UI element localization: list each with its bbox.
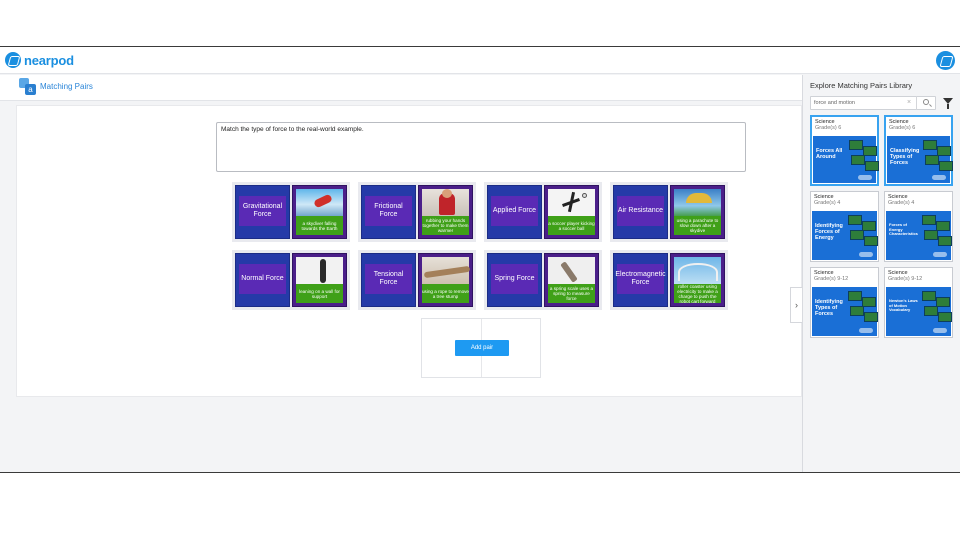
pair-image-card[interactable]: using a parachute to slow down after a s…: [669, 185, 725, 239]
chevron-right-icon: ›: [795, 300, 798, 310]
pair-card[interactable]: Spring Force a spring scale uses a sprin…: [484, 250, 602, 310]
leaning-wall-image: [295, 257, 343, 285]
nearpod-logo-icon: [5, 52, 21, 68]
soccer-player-image: [547, 189, 595, 217]
library-thumbnail: Identifying Types of Forces: [812, 287, 878, 336]
pair-term-card[interactable]: Spring Force: [487, 253, 542, 307]
library-title: Explore Matching Pairs Library: [810, 81, 913, 90]
activity-header: a Matching Pairs: [0, 75, 802, 101]
library-card[interactable]: Science Grade(s) 4 Forces of Energy Char…: [884, 191, 953, 262]
pair-term-card[interactable]: Frictional Force: [361, 185, 416, 239]
pair-term-card[interactable]: Applied Force: [487, 185, 542, 239]
nearpod-account-icon[interactable]: [936, 51, 955, 70]
pair-image-card[interactable]: a spring scale uses a spring to measure …: [543, 253, 599, 307]
library-sidebar: Explore Matching Pairs Library × Science…: [802, 75, 960, 472]
parachute-image: [673, 189, 721, 217]
hands-rubbing-image: [421, 189, 469, 217]
pair-term-card[interactable]: Gravitational Force: [235, 185, 290, 239]
pair-card[interactable]: Electromagnetic Force roller coaster usi…: [610, 250, 728, 310]
roller-coaster-image: [673, 257, 721, 285]
pair-image-card[interactable]: roller coaster using electricity to make…: [669, 253, 725, 307]
library-thumbnail: Identifying Forces of Energy: [812, 211, 878, 260]
library-card[interactable]: Science Grade(s) 9-12 Identifying Types …: [810, 267, 879, 338]
matching-pairs-icon: a: [19, 78, 37, 96]
pair-image-card[interactable]: leaning on a wall for support: [291, 253, 347, 307]
pair-term-card[interactable]: Electromagnetic Force: [613, 253, 668, 307]
library-thumbnail: Forces All Around: [813, 136, 879, 183]
instructions-field[interactable]: Match the type of force to the real-worl…: [216, 122, 746, 172]
pair-card[interactable]: Gravitational Force a skydiver falling t…: [232, 182, 350, 242]
activity-title: Matching Pairs: [40, 82, 93, 91]
nearpod-logo[interactable]: nearpod: [5, 52, 74, 68]
search-button[interactable]: [916, 96, 936, 110]
pair-card[interactable]: Air Resistance using a parachute to slow…: [610, 182, 728, 242]
pair-term-card[interactable]: Air Resistance: [613, 185, 668, 239]
clear-search-icon[interactable]: ×: [903, 96, 915, 110]
library-thumbnail: Forces of Energy Characteristics: [886, 211, 952, 260]
pair-card[interactable]: Normal Force leaning on a wall for suppo…: [232, 250, 350, 310]
add-pair-area: Add pair: [421, 318, 541, 378]
add-pair-button[interactable]: Add pair: [455, 340, 509, 356]
library-thumbnail: Newton's Laws of Motion Vocabulary: [886, 287, 952, 336]
library-card[interactable]: Science Grade(s) 6 Classifying Types of …: [884, 115, 953, 186]
pair-term-card[interactable]: Tensional Force: [361, 253, 416, 307]
pair-card[interactable]: Tensional Force using a rope to remove a…: [358, 250, 476, 310]
pair-image-card[interactable]: a skydiver falling towards the Earth: [291, 185, 347, 239]
app-frame: nearpod a Matching Pairs Match the type …: [0, 46, 960, 473]
pair-card[interactable]: Frictional Force rubbing your hands toge…: [358, 182, 476, 242]
rope-image: [421, 257, 471, 285]
brand-name: nearpod: [24, 52, 74, 68]
library-card[interactable]: Science Grade(s) 6 Forces All Around: [810, 115, 879, 186]
pair-card[interactable]: Applied Force a soccer player kicking a …: [484, 182, 602, 242]
skydiver-image: [295, 189, 343, 217]
pair-image-card[interactable]: rubbing your hands together to make them…: [417, 185, 473, 239]
spring-scale-image: [547, 257, 595, 285]
pair-term-card[interactable]: Normal Force: [235, 253, 290, 307]
search-icon: [923, 99, 929, 105]
collapse-sidebar-button[interactable]: ›: [790, 287, 802, 323]
pair-image-card[interactable]: using a rope to remove a tree stump: [417, 253, 473, 307]
pair-image-card[interactable]: a soccer player kicking a soccer ball: [543, 185, 599, 239]
filter-icon[interactable]: [943, 98, 953, 109]
library-card[interactable]: Science Grade(s) 9-12 Newton's Laws of M…: [884, 267, 953, 338]
editor-canvas: Match the type of force to the real-worl…: [16, 105, 802, 397]
top-bar: nearpod: [0, 47, 960, 74]
library-card[interactable]: Science Grade(s) 4 Identifying Forces of…: [810, 191, 879, 262]
library-thumbnail: Classifying Types of Forces: [887, 136, 953, 183]
